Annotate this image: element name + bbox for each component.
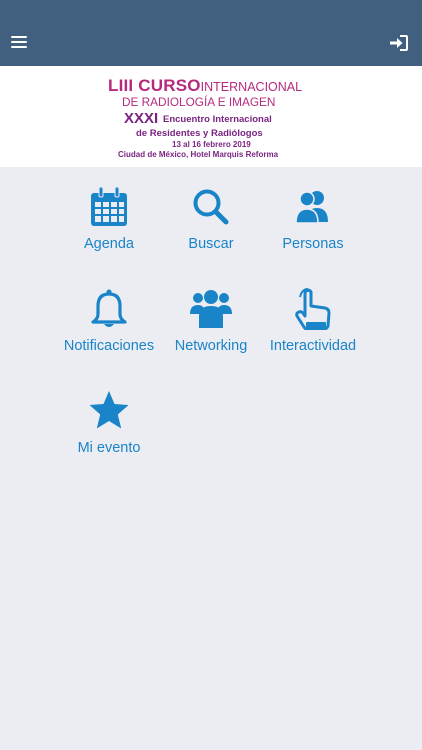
banner-encounter: Encuentro Internacional <box>163 114 272 125</box>
banner-venue: Ciudad de México, Hotel Marquis Reforma <box>118 150 279 159</box>
banner-audience: de Residentes y Radiólogos <box>136 128 263 139</box>
tile-label: Personas <box>282 236 344 252</box>
group-icon <box>190 290 232 328</box>
tile-label: Buscar <box>188 236 234 252</box>
event-banner: LIII CURSOINTERNACIONAL DE RADIOLOGÍA E … <box>0 66 422 167</box>
banner-edition: XXXI <box>124 110 159 127</box>
tile-label: Mi evento <box>77 440 141 456</box>
tile-label: Networking <box>174 338 248 354</box>
banner-subtitle: DE RADIOLOGÍA E IMAGEN <box>122 95 276 109</box>
search-icon <box>193 189 229 225</box>
calendar-icon <box>91 186 127 226</box>
top-app-bar <box>0 0 422 66</box>
bell-icon <box>91 289 127 327</box>
tile-mi-evento[interactable]: Mi evento <box>49 390 169 480</box>
people-icon <box>295 191 328 224</box>
star-icon <box>89 391 129 429</box>
tile-label: Notificaciones <box>63 338 155 354</box>
banner-title: LIII CURSOINTERNACIONAL <box>108 76 303 95</box>
tile-personas[interactable]: Personas <box>253 186 373 276</box>
tile-label: Interactividad <box>269 338 357 354</box>
hamburger-menu-icon[interactable] <box>9 33 29 51</box>
banner-dates: 13 al 16 febrero 2019 <box>172 140 251 149</box>
tile-interactividad[interactable]: Interactividad <box>253 288 373 378</box>
tile-label: Agenda <box>84 236 134 252</box>
sign-in-icon[interactable] <box>388 33 410 53</box>
touch-hand-icon <box>295 288 331 330</box>
